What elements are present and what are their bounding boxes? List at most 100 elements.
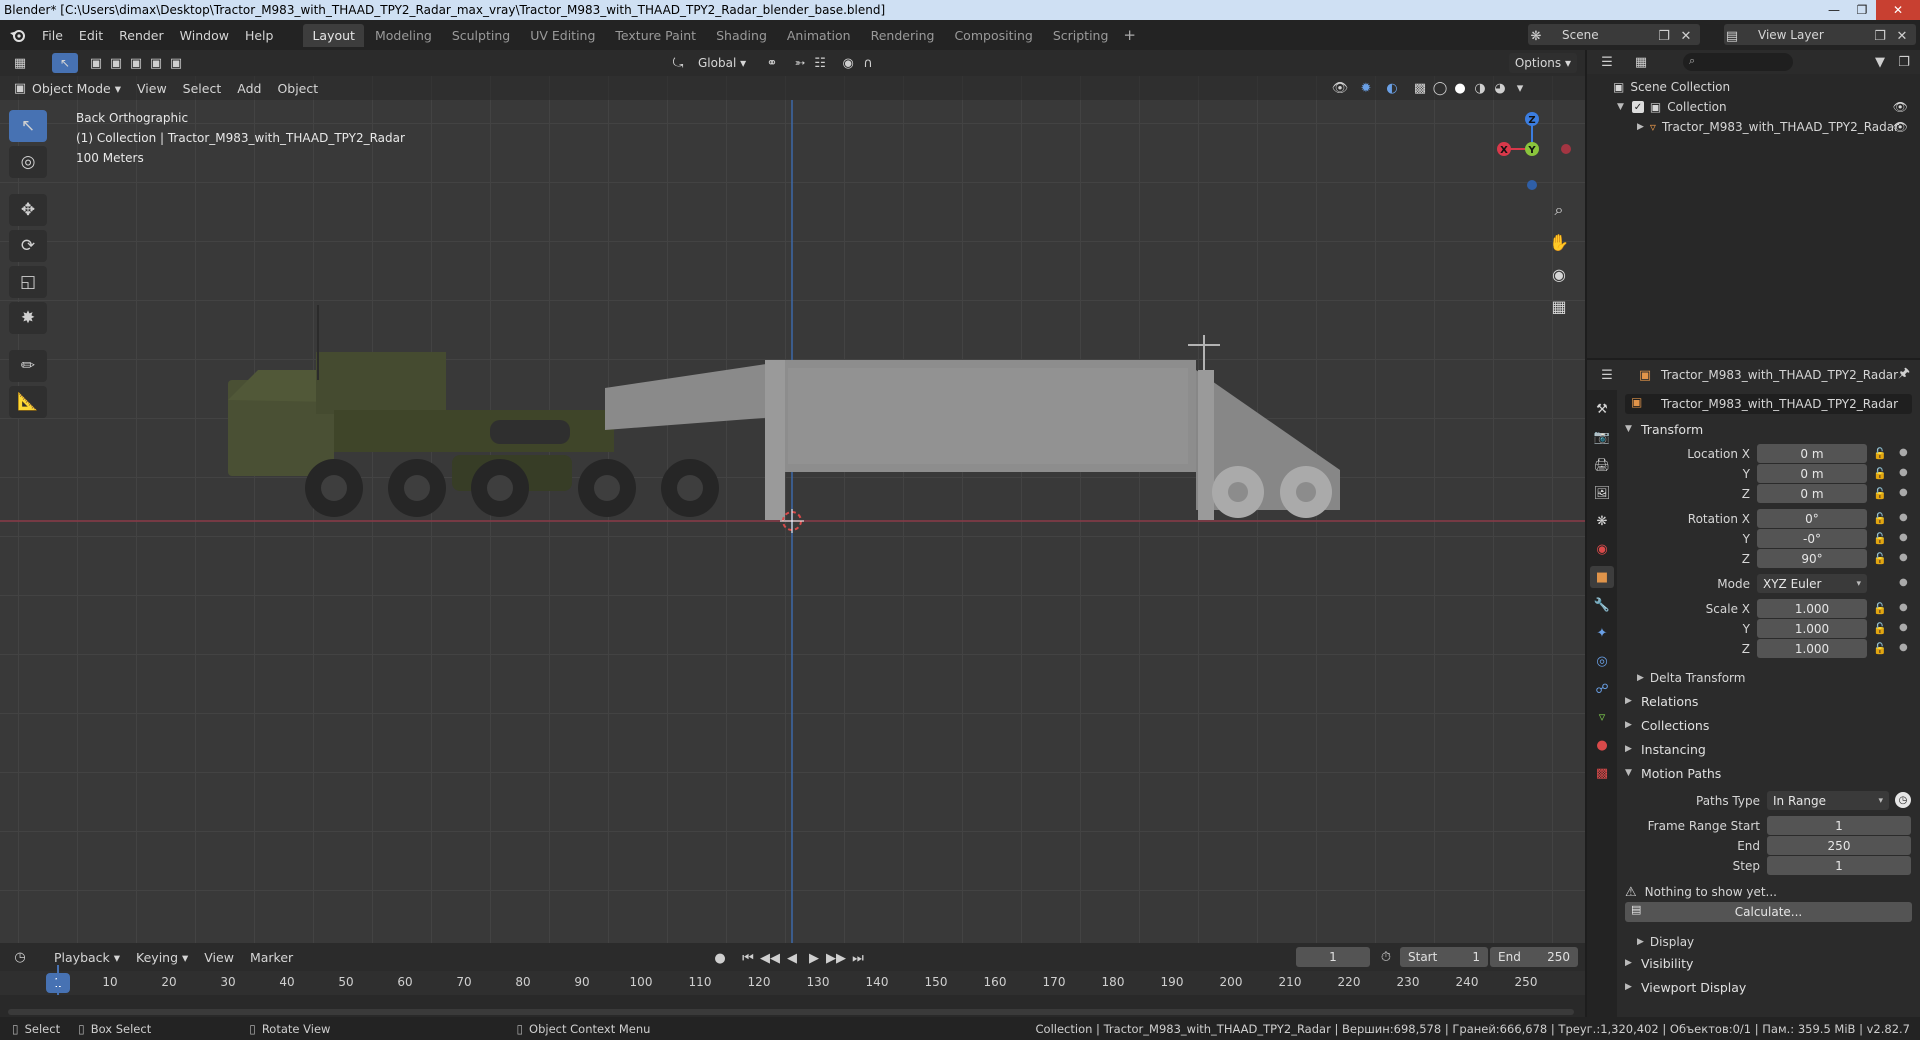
lock-icon[interactable]: 🔓 xyxy=(1873,552,1887,565)
tab-layout[interactable]: Layout xyxy=(303,23,364,47)
lock-icon[interactable]: 🔓 xyxy=(1873,512,1887,525)
new-scene-icon[interactable]: ❐ xyxy=(1654,26,1674,46)
tab-sculpting[interactable]: Sculpting xyxy=(443,24,519,47)
object-data-tab-icon[interactable]: ▿ xyxy=(1590,706,1614,728)
record-icon[interactable]: ● xyxy=(710,948,730,968)
keyframe-dot-icon[interactable]: ● xyxy=(1899,487,1908,498)
scene-selector[interactable]: ❋ Scene ❐ ✕ xyxy=(1528,24,1700,45)
expand-arrow-icon[interactable]: ▼ xyxy=(1617,102,1624,112)
visibility-panel-header[interactable]: ▶ Visibility xyxy=(1617,952,1920,974)
frame-range-start-field[interactable]: 1 xyxy=(1767,816,1911,835)
output-tab-icon[interactable]: 🖨 xyxy=(1590,454,1614,476)
jump-start-icon[interactable]: ⏮ xyxy=(738,948,758,968)
motion-paths-display-subpanel[interactable]: ▶ Display xyxy=(1637,932,1694,952)
instancing-panel-header[interactable]: ▶ Instancing xyxy=(1617,738,1920,760)
menu-edit[interactable]: Edit xyxy=(71,28,111,43)
viewport-display-panel-header[interactable]: ▶ Viewport Display xyxy=(1617,976,1920,998)
tab-uv-editing[interactable]: UV Editing xyxy=(521,24,604,47)
lock-icon[interactable]: 🔓 xyxy=(1873,447,1887,460)
scale-y-field[interactable]: 1.000 xyxy=(1757,619,1867,638)
new-collection-icon[interactable]: ❐ xyxy=(1894,52,1914,72)
rotation-mode-dropdown[interactable]: XYZ Euler ▾ xyxy=(1757,574,1867,593)
outliner-search-input[interactable]: ⌕ xyxy=(1683,53,1793,71)
menu-help[interactable]: Help xyxy=(237,28,282,43)
outliner-editor-type-icon[interactable]: ☰ xyxy=(1597,52,1617,72)
new-view-layer-icon[interactable]: ❐ xyxy=(1870,26,1890,46)
next-keyframe-icon[interactable]: ▶▶ xyxy=(826,948,846,968)
lock-icon[interactable]: 🔓 xyxy=(1873,467,1887,480)
tab-texture-paint[interactable]: Texture Paint xyxy=(606,24,705,47)
timeline-menu-keying[interactable]: Keying ▾ xyxy=(128,950,196,965)
location-x-field[interactable]: 0 m xyxy=(1757,444,1867,463)
view-layer-tab-icon[interactable]: 🖼 xyxy=(1590,482,1614,504)
collections-panel-header[interactable]: ▶ Collections xyxy=(1617,714,1920,736)
outliner-scene-collection[interactable]: ▣ Scene Collection xyxy=(1587,77,1920,97)
maximize-icon[interactable]: ❐ xyxy=(1848,0,1876,20)
eye-icon[interactable]: 👁 xyxy=(1893,100,1908,114)
frame-step-field[interactable]: 1 xyxy=(1767,856,1911,875)
timeline-menu-playback[interactable]: Playback ▾ xyxy=(46,950,128,965)
motion-paths-panel-header[interactable]: ▼ Motion Paths xyxy=(1617,762,1920,784)
lock-icon[interactable]: 🔓 xyxy=(1873,487,1887,500)
play-icon[interactable]: ▶ xyxy=(804,948,824,968)
rotation-x-field[interactable]: 0° xyxy=(1757,509,1867,528)
lock-icon[interactable]: 🔓 xyxy=(1873,622,1887,635)
render-tab-icon[interactable]: 📷 xyxy=(1590,426,1614,448)
lock-icon[interactable]: 🔓 xyxy=(1873,532,1887,545)
menu-window[interactable]: Window xyxy=(172,28,237,43)
start-frame-field[interactable]: Start 1 xyxy=(1400,947,1488,967)
tab-compositing[interactable]: Compositing xyxy=(945,24,1041,47)
particles-tab-icon[interactable]: ✦ xyxy=(1590,622,1614,644)
location-y-field[interactable]: 0 m xyxy=(1757,464,1867,483)
menu-file[interactable]: File xyxy=(34,28,71,43)
keyframe-dot-icon[interactable]: ● xyxy=(1899,532,1908,543)
zoom-icon[interactable]: ⌕ xyxy=(1544,196,1574,224)
eye-icon[interactable]: 👁 xyxy=(1893,120,1908,134)
remove-view-layer-icon[interactable]: ✕ xyxy=(1892,26,1912,46)
physics-tab-icon[interactable]: ◎ xyxy=(1590,650,1614,672)
keyframe-dot-icon[interactable]: ● xyxy=(1899,552,1908,563)
constraints-tab-icon[interactable]: ☍ xyxy=(1590,678,1614,700)
tab-scripting[interactable]: Scripting xyxy=(1044,24,1118,47)
relations-panel-header[interactable]: ▶ Relations xyxy=(1617,690,1920,712)
timeline-menu-view[interactable]: View xyxy=(196,950,242,965)
properties-editor-type-icon[interactable]: ☰ xyxy=(1597,365,1617,385)
keyframe-dot-icon[interactable]: ● xyxy=(1899,622,1908,633)
tool-tab-icon[interactable]: ⚒ xyxy=(1590,398,1614,420)
stopwatch-icon[interactable]: ⏱ xyxy=(1376,947,1396,967)
keyframe-dot-icon[interactable]: ● xyxy=(1899,447,1908,458)
tab-rendering[interactable]: Rendering xyxy=(862,24,944,47)
timeline-ruler[interactable]: 10 20 30 40 50 60 70 80 90 100 110 120 1… xyxy=(0,971,1585,995)
expand-arrow-icon[interactable]: ▶ xyxy=(1637,122,1644,132)
keyframe-dot-icon[interactable]: ● xyxy=(1899,577,1908,588)
keyframe-dot-icon[interactable]: ● xyxy=(1899,512,1908,523)
jump-end-icon[interactable]: ⏭ xyxy=(848,948,868,968)
lock-icon[interactable]: 🔓 xyxy=(1873,642,1887,655)
material-tab-icon[interactable]: ● xyxy=(1590,734,1614,756)
delta-transform-subpanel[interactable]: ▶ Delta Transform xyxy=(1637,668,1745,688)
keyframe-dot-icon[interactable]: ● xyxy=(1899,467,1908,478)
play-reverse-icon[interactable]: ◀ xyxy=(782,948,802,968)
object-name-field[interactable]: ▣ Tractor_M983_with_THAAD_TPY2_Radar xyxy=(1625,394,1912,414)
navigation-gizmo[interactable]: Z X Y xyxy=(1488,105,1576,193)
end-frame-field[interactable]: End 250 xyxy=(1490,947,1578,967)
prev-keyframe-icon[interactable]: ◀◀ xyxy=(760,948,780,968)
minimize-icon[interactable]: — xyxy=(1820,0,1848,20)
outliner-collection[interactable]: ▼ ✓ ▣ Collection 👁 xyxy=(1587,97,1920,117)
clock-icon[interactable]: ◷ xyxy=(1895,792,1911,808)
scale-x-field[interactable]: 1.000 xyxy=(1757,599,1867,618)
add-workspace-icon[interactable]: + xyxy=(1117,26,1142,44)
paths-type-dropdown[interactable]: In Range ▾ xyxy=(1767,791,1889,810)
calculate-button[interactable]: ▤ Calculate... xyxy=(1625,902,1912,922)
rotation-y-field[interactable]: -0° xyxy=(1757,529,1867,548)
tab-modeling[interactable]: Modeling xyxy=(366,24,441,47)
keyframe-dot-icon[interactable]: ● xyxy=(1899,602,1908,613)
keyframe-dot-icon[interactable]: ● xyxy=(1899,642,1908,653)
texture-tab-icon[interactable]: ▩ xyxy=(1590,762,1614,784)
rotation-z-field[interactable]: 90° xyxy=(1757,549,1867,568)
frame-range-end-field[interactable]: 250 xyxy=(1767,836,1911,855)
location-z-field[interactable]: 0 m xyxy=(1757,484,1867,503)
tab-shading[interactable]: Shading xyxy=(707,24,776,47)
outliner-object[interactable]: ▶ ▿ Tractor_M983_with_THAAD_TPY2_Radar 👁 xyxy=(1587,117,1920,137)
pan-hand-icon[interactable]: ✋ xyxy=(1544,228,1574,256)
